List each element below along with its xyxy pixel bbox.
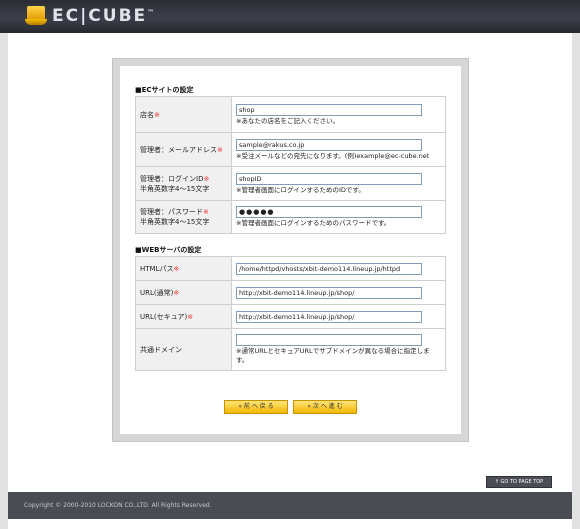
table-row: 管理者：メールアドレス※ sample@rakus.co.jp ※受注メールなど… bbox=[135, 132, 446, 167]
row-label: 共通ドメイン bbox=[135, 328, 232, 371]
required-mark: ※ bbox=[173, 264, 180, 273]
table-row: 管理者：パスワード※ 半角英数字4～15文字 ●●●●● ※管理者画面にログインす… bbox=[135, 200, 446, 234]
row-label: HTMLパス※ bbox=[135, 256, 232, 281]
install-panel: ■ECサイトの設定 店名※ shop ※あなたの店名をご記入ください。 管理者：… bbox=[112, 58, 469, 442]
table-row: URL(セキュア)※ http://xbit-demo114.lineup.jp… bbox=[135, 304, 446, 329]
field-note: ※通常URLとセキュアURLでサブドメインが異なる場合に指定します。 bbox=[236, 347, 430, 364]
table-row: 店名※ shop ※あなたの店名をご記入ください。 bbox=[135, 96, 446, 133]
table-row: URL(通常)※ http://xbit-demo114.lineup.jp/s… bbox=[135, 280, 446, 305]
section-title-web-server: ■WEBサーバの設定 bbox=[135, 246, 202, 254]
logo-text: EC|CUBE bbox=[52, 6, 148, 26]
url-normal-input[interactable]: http://xbit-demo114.lineup.jp/shop/ bbox=[236, 286, 422, 299]
admin-password-input[interactable]: ●●●●● bbox=[236, 206, 422, 218]
back-button[interactable]: « 前 へ 戻 る bbox=[224, 400, 288, 414]
row-label: 店名※ bbox=[135, 96, 232, 133]
cube-logo-icon bbox=[25, 6, 47, 26]
install-panel-inner: ■ECサイトの設定 店名※ shop ※あなたの店名をご記入ください。 管理者：… bbox=[120, 66, 461, 434]
row-label: 管理者：ログインID※ 半角英数字4～15文字 bbox=[135, 166, 232, 201]
html-path-input[interactable]: /home/httpd/vhosts/xbit-demo114.lineup.j… bbox=[236, 262, 422, 275]
row-label: 管理者：メールアドレス※ bbox=[135, 132, 232, 167]
row-sublabel: 半角英数字4～15文字 bbox=[140, 184, 210, 193]
field-note: ※受注メールなどの宛先になります。(例)example@ec-cube.net bbox=[236, 151, 430, 160]
required-mark: ※ bbox=[203, 208, 209, 216]
table-row: HTMLパス※ /home/httpd/vhosts/xbit-demo114.… bbox=[135, 256, 446, 281]
admin-email-input[interactable]: sample@rakus.co.jp bbox=[236, 138, 422, 151]
header: EC|CUBE™ bbox=[0, 0, 580, 33]
table-row: 共通ドメイン ※通常URLとセキュアURLでサブドメインが異なる場合に指定します… bbox=[135, 328, 446, 371]
shop-name-input[interactable]: shop bbox=[236, 103, 422, 116]
ec-site-settings-table: 店名※ shop ※あなたの店名をご記入ください。 管理者：メールアドレス※ s… bbox=[135, 96, 446, 234]
copyright: Copyright © 2000-2010 LOCKON CO.,LTD. Al… bbox=[24, 502, 212, 509]
trademark: ™ bbox=[147, 8, 155, 17]
required-mark: ※ bbox=[154, 110, 160, 119]
field-note: ※管理者画面にログインするためのIDです。 bbox=[236, 185, 365, 194]
row-label: 管理者：パスワード※ 半角英数字4～15文字 bbox=[135, 200, 232, 234]
url-secure-input[interactable]: http://xbit-demo114.lineup.jp/shop/ bbox=[236, 310, 422, 323]
row-sublabel: 半角英数字4～15文字 bbox=[140, 218, 210, 226]
web-server-settings-table: HTMLパス※ /home/httpd/vhosts/xbit-demo114.… bbox=[135, 256, 446, 371]
field-note: ※管理者画面にログインするためのパスワードです。 bbox=[236, 219, 391, 227]
logo: EC|CUBE™ bbox=[25, 6, 154, 26]
row-label: URL(セキュア)※ bbox=[135, 304, 232, 329]
field-note: ※あなたの店名をご記入ください。 bbox=[236, 116, 339, 125]
footer: Copyright © 2000-2010 LOCKON CO.,LTD. Al… bbox=[8, 492, 572, 519]
required-mark: ※ bbox=[203, 174, 210, 183]
required-mark: ※ bbox=[187, 312, 194, 321]
admin-login-id-input[interactable]: shopID bbox=[236, 172, 422, 185]
navigation-buttons: « 前 へ 戻 る » 次 へ 進 む bbox=[120, 400, 461, 414]
next-button[interactable]: » 次 へ 進 む bbox=[293, 400, 357, 414]
required-mark: ※ bbox=[173, 288, 180, 297]
row-label: URL(通常)※ bbox=[135, 280, 232, 305]
common-domain-input[interactable] bbox=[236, 334, 422, 346]
go-to-page-top-button[interactable]: ↑ GO TO PAGE TOP bbox=[486, 476, 552, 488]
required-mark: ※ bbox=[217, 145, 223, 154]
section-title-ec-site: ■ECサイトの設定 bbox=[135, 86, 194, 94]
table-row: 管理者：ログインID※ 半角英数字4～15文字 shopID ※管理者画面にログイ… bbox=[135, 166, 446, 201]
